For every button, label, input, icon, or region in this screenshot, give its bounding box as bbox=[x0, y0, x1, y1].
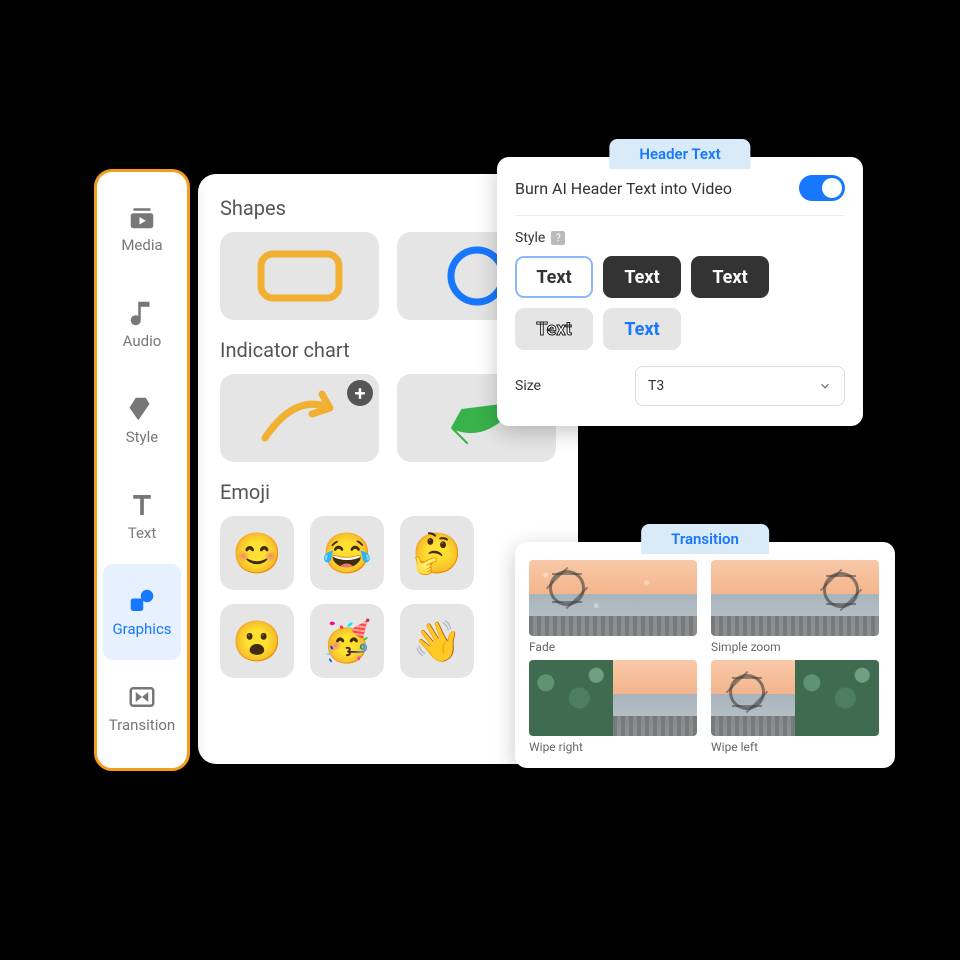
sidebar-item-media[interactable]: Media bbox=[103, 180, 181, 276]
emoji-party[interactable]: 🥳 bbox=[310, 604, 384, 678]
transition-wipe-left[interactable]: Wipe left bbox=[711, 660, 881, 754]
style-label: Style bbox=[515, 230, 545, 246]
transition-popover: Transition Fade Simple zoom Wipe right bbox=[515, 542, 895, 768]
style-option-4[interactable]: Text bbox=[515, 308, 593, 350]
emoji-thinking[interactable]: 🤔 bbox=[400, 516, 474, 590]
transition-label: Fade bbox=[529, 640, 699, 654]
size-value: T3 bbox=[648, 378, 664, 394]
sidebar-item-style[interactable]: Style bbox=[103, 372, 181, 468]
transition-label: Wipe right bbox=[529, 740, 699, 754]
transition-tab[interactable]: Transition bbox=[641, 524, 769, 554]
emoji-wave[interactable]: 👋 bbox=[400, 604, 474, 678]
sidebar: Media Audio Style Text Graphics Transiti… bbox=[94, 169, 190, 771]
style-option-3[interactable]: Text bbox=[691, 256, 769, 298]
transition-thumb bbox=[529, 660, 697, 736]
add-icon[interactable]: + bbox=[347, 380, 373, 406]
emoji-laugh[interactable]: 😂 bbox=[310, 516, 384, 590]
transition-label: Wipe left bbox=[711, 740, 881, 754]
transition-wipe-right[interactable]: Wipe right bbox=[529, 660, 699, 754]
rounded-rect-icon bbox=[255, 248, 345, 304]
sidebar-label: Transition bbox=[109, 716, 175, 734]
size-select[interactable]: T3 bbox=[635, 366, 845, 406]
sidebar-item-text[interactable]: Text bbox=[103, 468, 181, 564]
sidebar-label: Graphics bbox=[112, 620, 171, 638]
indicator-arrow-right[interactable]: + bbox=[220, 374, 379, 462]
sidebar-item-audio[interactable]: Audio bbox=[103, 276, 181, 372]
burn-header-toggle[interactable] bbox=[799, 175, 845, 201]
sidebar-label: Media bbox=[121, 236, 162, 254]
chevron-down-icon bbox=[818, 379, 832, 393]
size-label: Size bbox=[515, 378, 541, 394]
transition-fade[interactable]: Fade bbox=[529, 560, 699, 654]
transition-thumb bbox=[711, 560, 879, 636]
text-icon bbox=[127, 490, 157, 520]
style-option-5[interactable]: Text bbox=[603, 308, 681, 350]
media-icon bbox=[127, 202, 157, 232]
transition-label: Simple zoom bbox=[711, 640, 881, 654]
header-text-tab[interactable]: Header Text bbox=[609, 139, 750, 169]
sidebar-item-transition[interactable]: Transition bbox=[103, 660, 181, 756]
shape-rounded-rect[interactable] bbox=[220, 232, 379, 320]
sidebar-label: Style bbox=[126, 428, 159, 446]
style-option-2[interactable]: Text bbox=[603, 256, 681, 298]
emoji-surprised[interactable]: 😮 bbox=[220, 604, 294, 678]
style-icon bbox=[127, 394, 157, 424]
emoji-smile[interactable]: 😊 bbox=[220, 516, 294, 590]
transition-thumb bbox=[711, 660, 879, 736]
header-text-popover: Header Text Burn AI Header Text into Vid… bbox=[497, 157, 863, 426]
transition-icon bbox=[127, 682, 157, 712]
section-emoji-title: Emoji bbox=[220, 480, 556, 504]
help-icon[interactable]: ? bbox=[551, 231, 565, 245]
style-option-1[interactable]: Text bbox=[515, 256, 593, 298]
sidebar-item-graphics[interactable]: Graphics bbox=[103, 564, 181, 660]
transition-simple-zoom[interactable]: Simple zoom bbox=[711, 560, 881, 654]
sidebar-label: Audio bbox=[123, 332, 162, 350]
toggle-label: Burn AI Header Text into Video bbox=[515, 179, 732, 198]
sidebar-label: Text bbox=[128, 524, 157, 542]
music-icon bbox=[127, 298, 157, 328]
transition-thumb bbox=[529, 560, 697, 636]
graphics-icon bbox=[127, 586, 157, 616]
arrow-right-icon bbox=[250, 383, 350, 453]
